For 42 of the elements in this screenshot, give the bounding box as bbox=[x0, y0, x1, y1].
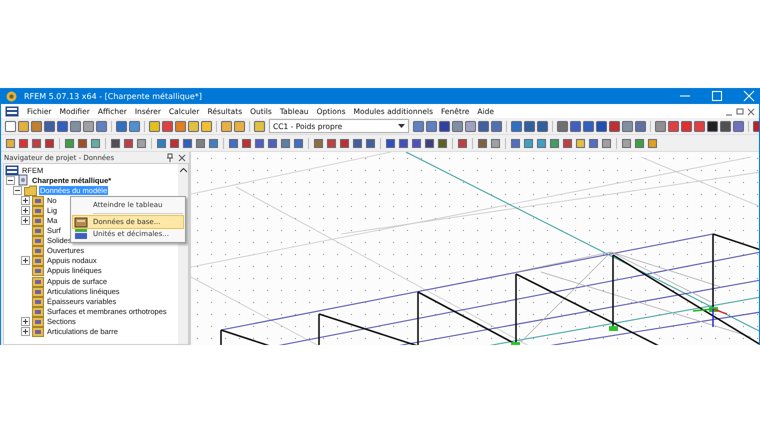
window-title: RFEM 5.07.13 x64 - [Charpente métallique*] bbox=[24, 92, 202, 100]
tool-icon[interactable] bbox=[384, 136, 397, 150]
caret-icon bbox=[398, 124, 405, 128]
expand-icon[interactable] bbox=[21, 196, 30, 205]
ruler-icon bbox=[74, 228, 88, 240]
folder-icon bbox=[32, 204, 44, 216]
folder-icon bbox=[32, 194, 44, 206]
folder-icon bbox=[32, 225, 44, 236]
folder-icon bbox=[24, 184, 37, 196]
folder-icon bbox=[32, 316, 44, 327]
folder-icon bbox=[32, 265, 44, 276]
folder-icon bbox=[32, 326, 44, 338]
folder-icon bbox=[32, 286, 44, 297]
folder-icon bbox=[32, 255, 44, 266]
folder-icon bbox=[32, 276, 44, 287]
expand-icon[interactable] bbox=[21, 256, 30, 266]
folder-icon bbox=[32, 235, 44, 246]
maximize-icon[interactable] bbox=[711, 90, 723, 102]
tool-icon[interactable] bbox=[109, 136, 122, 150]
tool-icon[interactable] bbox=[423, 136, 436, 150]
expand-icon[interactable] bbox=[21, 316, 30, 326]
tool-icon[interactable] bbox=[438, 120, 451, 132]
expand-icon[interactable] bbox=[21, 327, 30, 336]
pin-icon[interactable] bbox=[166, 153, 174, 162]
tool-icon[interactable] bbox=[595, 120, 608, 132]
collapse-icon[interactable] bbox=[6, 176, 15, 185]
app-icon bbox=[5, 90, 18, 102]
tool-icon[interactable] bbox=[719, 120, 732, 132]
scroll-up-icon[interactable] bbox=[180, 168, 186, 173]
collapse-icon[interactable] bbox=[13, 186, 22, 195]
expand-icon[interactable] bbox=[21, 206, 30, 215]
folder-icon bbox=[32, 245, 44, 256]
folder-icon bbox=[32, 296, 44, 307]
project-icon bbox=[17, 174, 29, 186]
folder-icon bbox=[32, 306, 44, 317]
window-controls-icon[interactable] bbox=[725, 106, 755, 116]
cabinet-icon bbox=[74, 216, 88, 228]
tool-icon[interactable] bbox=[706, 120, 719, 132]
expand-icon[interactable] bbox=[21, 216, 30, 226]
folder-icon bbox=[32, 215, 44, 226]
close-icon[interactable] bbox=[178, 154, 186, 162]
document-icon[interactable] bbox=[5, 106, 19, 116]
